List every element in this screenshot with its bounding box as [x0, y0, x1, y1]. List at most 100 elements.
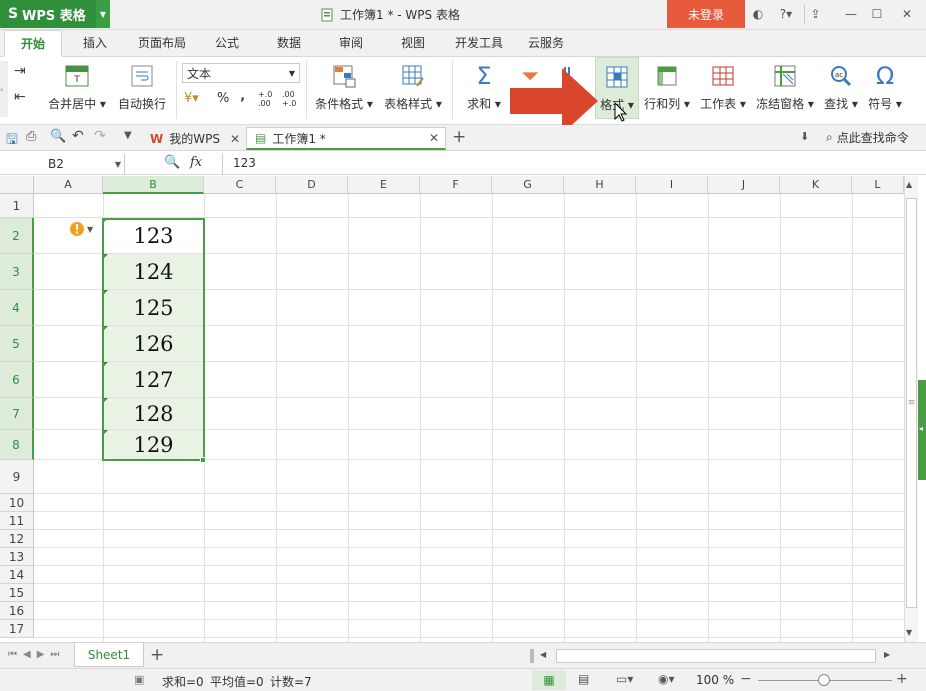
column-header-l[interactable]: L — [852, 176, 904, 194]
print-preview-icon[interactable]: 🔍 — [50, 129, 66, 144]
find-button[interactable]: ac 查找 ▾ — [820, 57, 862, 119]
horizontal-scrollbar-thumb[interactable] — [556, 649, 876, 663]
column-header-a[interactable]: A — [34, 176, 103, 194]
row-header-14[interactable]: 14 — [0, 566, 34, 584]
row-header-15[interactable]: 15 — [0, 584, 34, 602]
column-header-d[interactable]: D — [276, 176, 348, 194]
cell-b2[interactable]: 123 — [103, 218, 204, 253]
login-button[interactable]: 未登录 — [667, 0, 745, 28]
error-check-button[interactable]: ▼ — [69, 221, 99, 237]
indent-increase-icon[interactable]: ⇥ — [14, 63, 26, 79]
zoom-out-icon[interactable]: − — [740, 671, 752, 687]
row-header-9[interactable]: 9 — [0, 460, 34, 494]
indent-decrease-icon[interactable]: ⇤ — [14, 89, 26, 105]
vertical-scrollbar[interactable]: ▲ ≡ ▼ — [904, 176, 918, 642]
tab-review[interactable]: 审阅 — [328, 30, 374, 57]
column-header-j[interactable]: J — [708, 176, 780, 194]
sum-button[interactable]: Σ 求和 ▾ — [462, 57, 506, 119]
close-icon[interactable]: ✕ — [429, 131, 439, 145]
spreadsheet-grid[interactable]: A B C D E F G H I J K L 1 2 3 4 5 6 7 8 … — [0, 176, 904, 642]
close-icon[interactable]: ✕ — [230, 132, 240, 146]
fill-handle[interactable] — [200, 457, 206, 463]
wps-app-menu-button[interactable]: S WPS 表格 ▼ — [0, 0, 110, 28]
page-break-view-icon[interactable]: ▤ — [578, 672, 589, 686]
freeze-panes-button[interactable]: 冻结窗格 ▾ — [752, 57, 818, 119]
zoom-level[interactable]: 100 % — [696, 673, 734, 687]
row-header-1[interactable]: 1 — [0, 194, 34, 218]
currency-format-icon[interactable]: ¥▾ — [184, 91, 199, 106]
column-header-i[interactable]: I — [636, 176, 708, 194]
tab-page-layout[interactable]: 页面布局 — [130, 30, 194, 57]
tab-my-wps[interactable]: W 我的WPS ✕ — [142, 127, 246, 150]
row-header-16[interactable]: 16 — [0, 602, 34, 620]
close-button[interactable]: ✕ — [896, 4, 918, 24]
formula-input[interactable]: 123 — [233, 156, 256, 170]
row-header-11[interactable]: 11 — [0, 512, 34, 530]
tab-view[interactable]: 视图 — [390, 30, 436, 57]
column-header-b[interactable]: B — [103, 176, 204, 194]
collapse-ribbon-icon[interactable]: ⬇ — [800, 130, 809, 143]
zoom-in-icon[interactable]: + — [896, 671, 908, 687]
worksheet-button[interactable]: 工作表 ▾ — [698, 57, 748, 119]
tab-split-handle[interactable] — [530, 649, 534, 663]
cell-b4[interactable]: 125 — [103, 290, 204, 325]
tab-home[interactable]: 开始 — [4, 30, 62, 57]
column-header-g[interactable]: G — [492, 176, 564, 194]
redo-icon[interactable]: ↷ — [94, 128, 106, 144]
row-header-17[interactable]: 17 — [0, 620, 34, 638]
command-search[interactable]: ⌕ 点此查找命令 — [826, 129, 909, 146]
row-header-2[interactable]: 2 — [0, 218, 34, 254]
column-header-f[interactable]: F — [420, 176, 492, 194]
percent-button[interactable]: % — [217, 91, 229, 106]
print-icon[interactable]: ⎙ — [26, 129, 36, 144]
maximize-button[interactable]: ☐ — [866, 4, 888, 24]
table-style-button[interactable]: 表格样式 ▾ — [380, 57, 446, 119]
zoom-slider-thumb[interactable] — [818, 674, 830, 686]
cell-b5[interactable]: 126 — [103, 326, 204, 361]
scroll-up-icon[interactable]: ▲ — [906, 180, 912, 189]
save-icon[interactable]: 🖫 — [6, 129, 18, 153]
macro-record-icon[interactable]: ▣ — [134, 673, 144, 686]
tab-data[interactable]: 数据 — [266, 30, 312, 57]
scroll-down-icon[interactable]: ▼ — [906, 628, 912, 637]
new-tab-plus-icon[interactable]: + — [452, 127, 466, 147]
decrease-decimal-icon[interactable]: .00 +.0 — [282, 90, 296, 108]
column-header-k[interactable]: K — [780, 176, 852, 194]
tab-workbook1[interactable]: ▤ 工作簿1 * ✕ — [246, 127, 446, 150]
tab-insert[interactable]: 插入 — [70, 30, 120, 57]
undo-icon[interactable]: ↶ — [72, 128, 84, 144]
number-format-select[interactable]: 文本 ▼ — [182, 63, 300, 83]
tab-formulas[interactable]: 公式 — [204, 30, 250, 57]
column-header-e[interactable]: E — [348, 176, 420, 194]
upload-icon[interactable]: ⇪ — [804, 4, 826, 24]
sheet-navigation-icon[interactable]: ⏮◀▶⏭ — [8, 649, 65, 660]
scroll-left-icon[interactable]: ◀ — [540, 650, 546, 659]
row-header-6[interactable]: 6 — [0, 362, 34, 398]
cell-b7[interactable]: 128 — [103, 398, 204, 429]
column-header-c[interactable]: C — [204, 176, 276, 194]
row-header-4[interactable]: 4 — [0, 290, 34, 326]
column-header-h[interactable]: H — [564, 176, 636, 194]
zoom-search-icon[interactable]: 🔍 — [164, 155, 180, 170]
help-button[interactable]: ? ▾ — [772, 4, 800, 24]
skin-icon[interactable]: ◐ — [748, 4, 768, 24]
tab-developer[interactable]: 开发工具 — [446, 30, 512, 57]
reading-mode-icon[interactable]: ▭▾ — [616, 672, 633, 686]
conditional-format-button[interactable]: 条件格式 ▾ — [312, 57, 376, 119]
symbol-button[interactable]: Ω 符号 ▾ — [864, 57, 906, 119]
row-header-3[interactable]: 3 — [0, 254, 34, 290]
row-header-13[interactable]: 13 — [0, 548, 34, 566]
row-header-8[interactable]: 8 — [0, 430, 34, 460]
tab-cloud-service[interactable]: 云服务 — [518, 30, 574, 57]
side-panel-toggle[interactable]: ◂ — [918, 380, 926, 480]
normal-view-icon[interactable]: ▦ — [532, 670, 566, 690]
sheet-tab-sheet1[interactable]: Sheet1 — [74, 643, 144, 667]
select-all-corner[interactable] — [0, 176, 34, 194]
cell-b3[interactable]: 124 — [103, 254, 204, 289]
row-column-button[interactable]: 行和列 ▾ — [642, 57, 692, 119]
merge-center-button[interactable]: T 合并居中 ▾ — [46, 57, 108, 119]
row-header-10[interactable]: 10 — [0, 494, 34, 512]
chevron-down-icon[interactable]: ▼ — [96, 0, 110, 28]
row-header-5[interactable]: 5 — [0, 326, 34, 362]
cell-b8[interactable]: 129 — [103, 430, 204, 459]
